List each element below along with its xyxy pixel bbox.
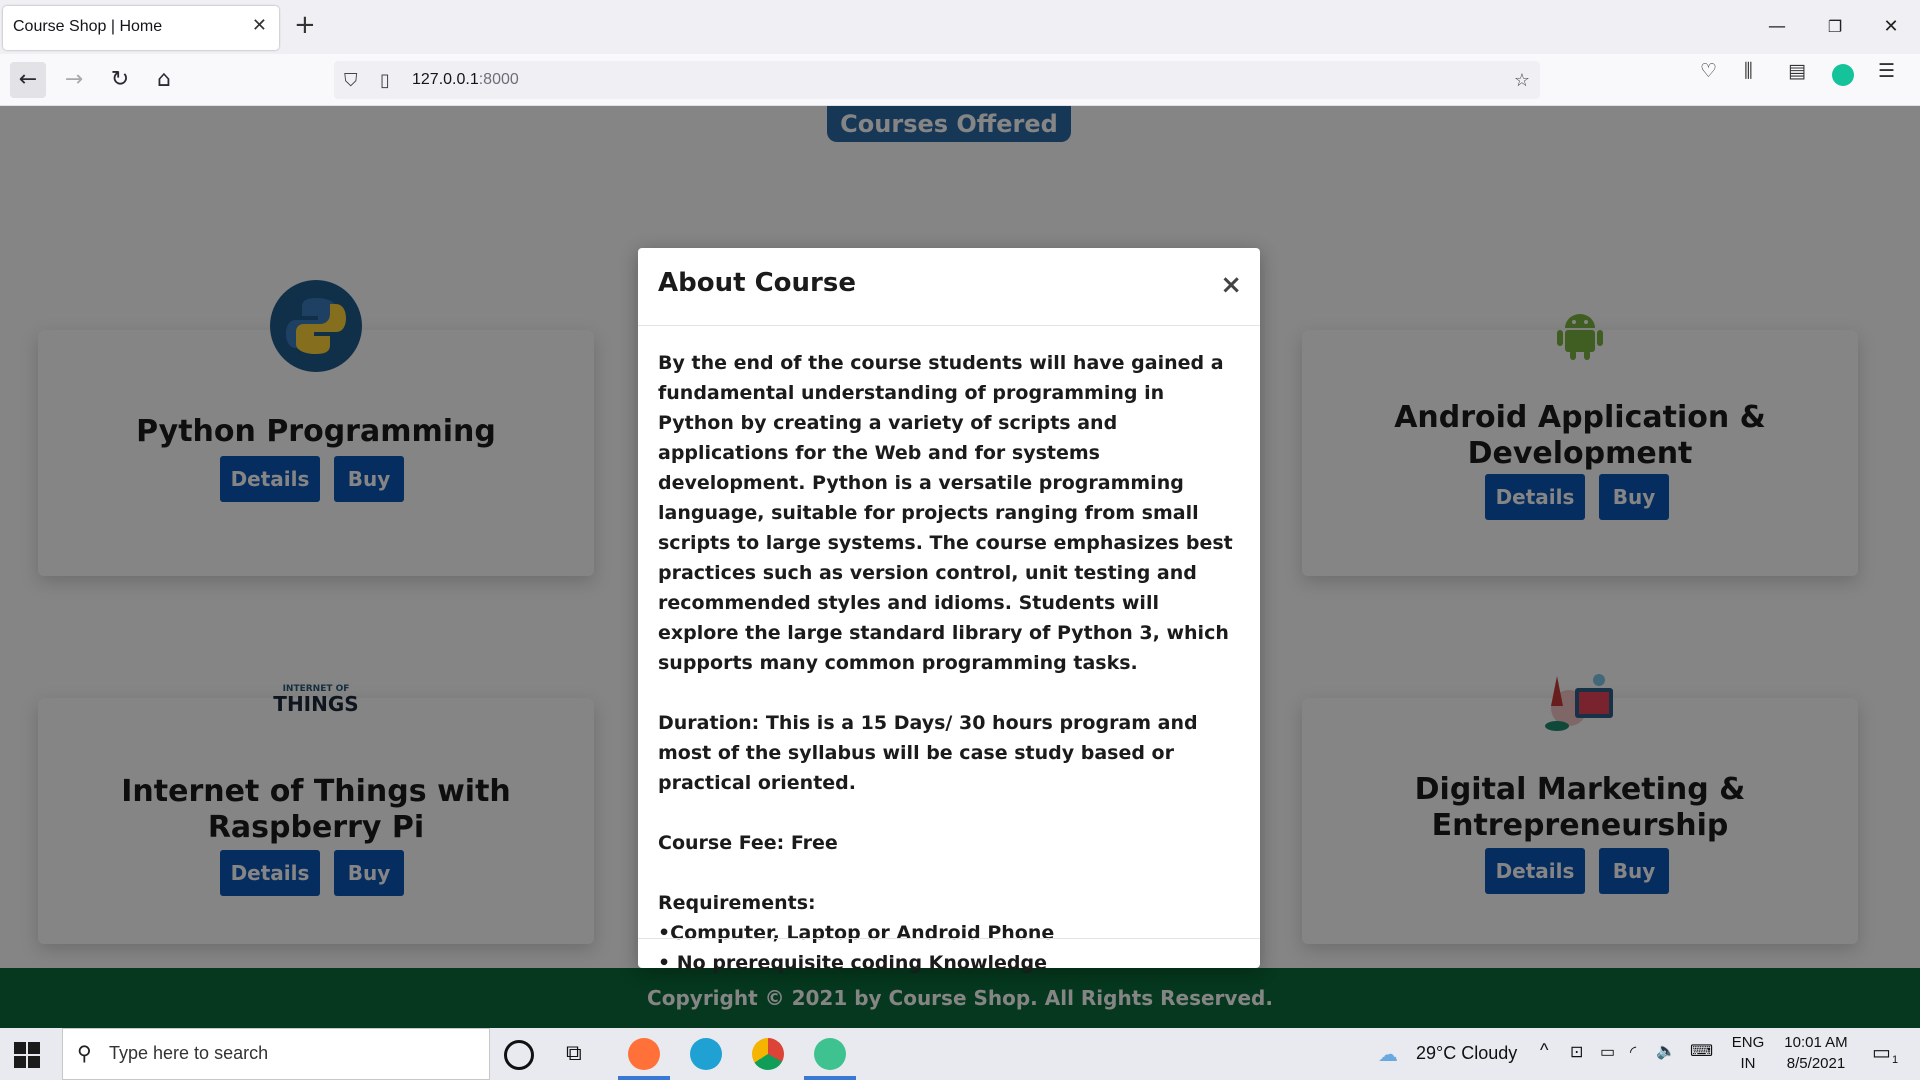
- weather-cloud-icon[interactable]: ☁: [1378, 1042, 1398, 1067]
- language-line1[interactable]: ENG: [1728, 1034, 1768, 1051]
- browser-toolbar: ← → ↻ ⌂ ⛉ ▯ 127.0.0.1:8000 ☆ ♡ ⫼ ▤ ☰: [0, 54, 1920, 106]
- keyboard-icon[interactable]: ⌨: [1690, 1041, 1713, 1061]
- back-icon[interactable]: ←: [10, 62, 46, 98]
- atom-icon[interactable]: [814, 1038, 846, 1070]
- browser-tab-strip: Course Shop | Home ✕ + — ❐ ✕: [0, 0, 1920, 54]
- chrome-icon[interactable]: [752, 1038, 784, 1070]
- requirements-label: Requirements:: [658, 892, 816, 914]
- sidebar-icon[interactable]: ▤: [1788, 60, 1806, 82]
- atom-active-indicator: [804, 1076, 856, 1080]
- clock-time[interactable]: 10:01 AM: [1776, 1034, 1856, 1051]
- forward-icon[interactable]: →: [56, 62, 92, 98]
- notification-count: 1: [1891, 1054, 1899, 1066]
- modal-header: About Course ×: [638, 248, 1260, 326]
- tab-close-icon[interactable]: ✕: [252, 15, 267, 36]
- browser-tab[interactable]: Course Shop | Home ✕: [3, 6, 279, 50]
- meet-now-icon[interactable]: ⊡: [1570, 1042, 1583, 1062]
- restore-icon[interactable]: ❐: [1820, 12, 1850, 42]
- reload-icon[interactable]: ↻: [102, 62, 138, 98]
- window-close-icon[interactable]: ✕: [1876, 12, 1906, 42]
- page-content: Courses Offered Python Programming Detai…: [0, 106, 1920, 1028]
- requirement-item: • No prerequisite coding Knowledge: [658, 952, 1047, 974]
- language-line2[interactable]: IN: [1728, 1055, 1768, 1072]
- firefox-active-indicator: [618, 1076, 670, 1080]
- search-placeholder: Type here to search: [109, 1043, 269, 1063]
- minimize-icon[interactable]: —: [1762, 12, 1792, 42]
- taskbar-search-box[interactable]: ⚲ Type here to search: [62, 1028, 490, 1080]
- clock-date[interactable]: 8/5/2021: [1776, 1055, 1856, 1072]
- url-text[interactable]: 127.0.0.1:8000: [412, 71, 519, 89]
- wifi-icon[interactable]: ◜: [1630, 1042, 1636, 1062]
- windows-taskbar: ⚲ Type here to search ⧉ ☁ 29°C Cloudy ^ …: [0, 1028, 1920, 1080]
- weather-text[interactable]: 29°C Cloudy: [1416, 1043, 1517, 1064]
- edge-icon[interactable]: [690, 1038, 722, 1070]
- volume-icon[interactable]: 🔈: [1656, 1041, 1676, 1061]
- bookmark-star-icon[interactable]: ☆: [1514, 70, 1530, 91]
- pocket-icon[interactable]: ♡: [1700, 60, 1717, 82]
- course-description: By the end of the course students will h…: [658, 352, 1233, 674]
- menu-icon[interactable]: ☰: [1878, 60, 1895, 82]
- modal-body: By the end of the course students will h…: [658, 348, 1240, 978]
- home-icon[interactable]: ⌂: [146, 62, 182, 98]
- tray-chevron-icon[interactable]: ^: [1540, 1040, 1548, 1061]
- task-view-icon[interactable]: ⧉: [566, 1040, 582, 1066]
- battery-icon[interactable]: ▭: [1600, 1042, 1615, 1062]
- modal-title: About Course: [658, 268, 856, 298]
- shield-icon[interactable]: ⛉: [344, 70, 358, 91]
- requirement-item: •Computer, Laptop or Android Phone: [658, 922, 1055, 944]
- grammarly-icon[interactable]: [1832, 64, 1854, 86]
- course-duration: Duration: This is a 15 Days/ 30 hours pr…: [658, 712, 1198, 794]
- windows-start-icon[interactable]: [14, 1042, 40, 1068]
- close-icon[interactable]: ×: [1220, 270, 1242, 300]
- modal-footer: [638, 938, 1260, 939]
- page-icon: ▯: [380, 70, 390, 91]
- about-course-modal: About Course × By the end of the course …: [638, 248, 1260, 974]
- cortana-icon[interactable]: [504, 1040, 534, 1070]
- course-fee: Course Fee: Free: [658, 832, 838, 854]
- search-icon: ⚲: [77, 1041, 92, 1065]
- address-bar[interactable]: ⛉ ▯ 127.0.0.1:8000 ☆: [334, 61, 1540, 99]
- firefox-icon[interactable]: [628, 1038, 660, 1070]
- tab-title: Course Shop | Home: [13, 18, 163, 35]
- library-icon[interactable]: ⫼: [1744, 60, 1753, 82]
- new-tab-icon[interactable]: +: [294, 10, 316, 40]
